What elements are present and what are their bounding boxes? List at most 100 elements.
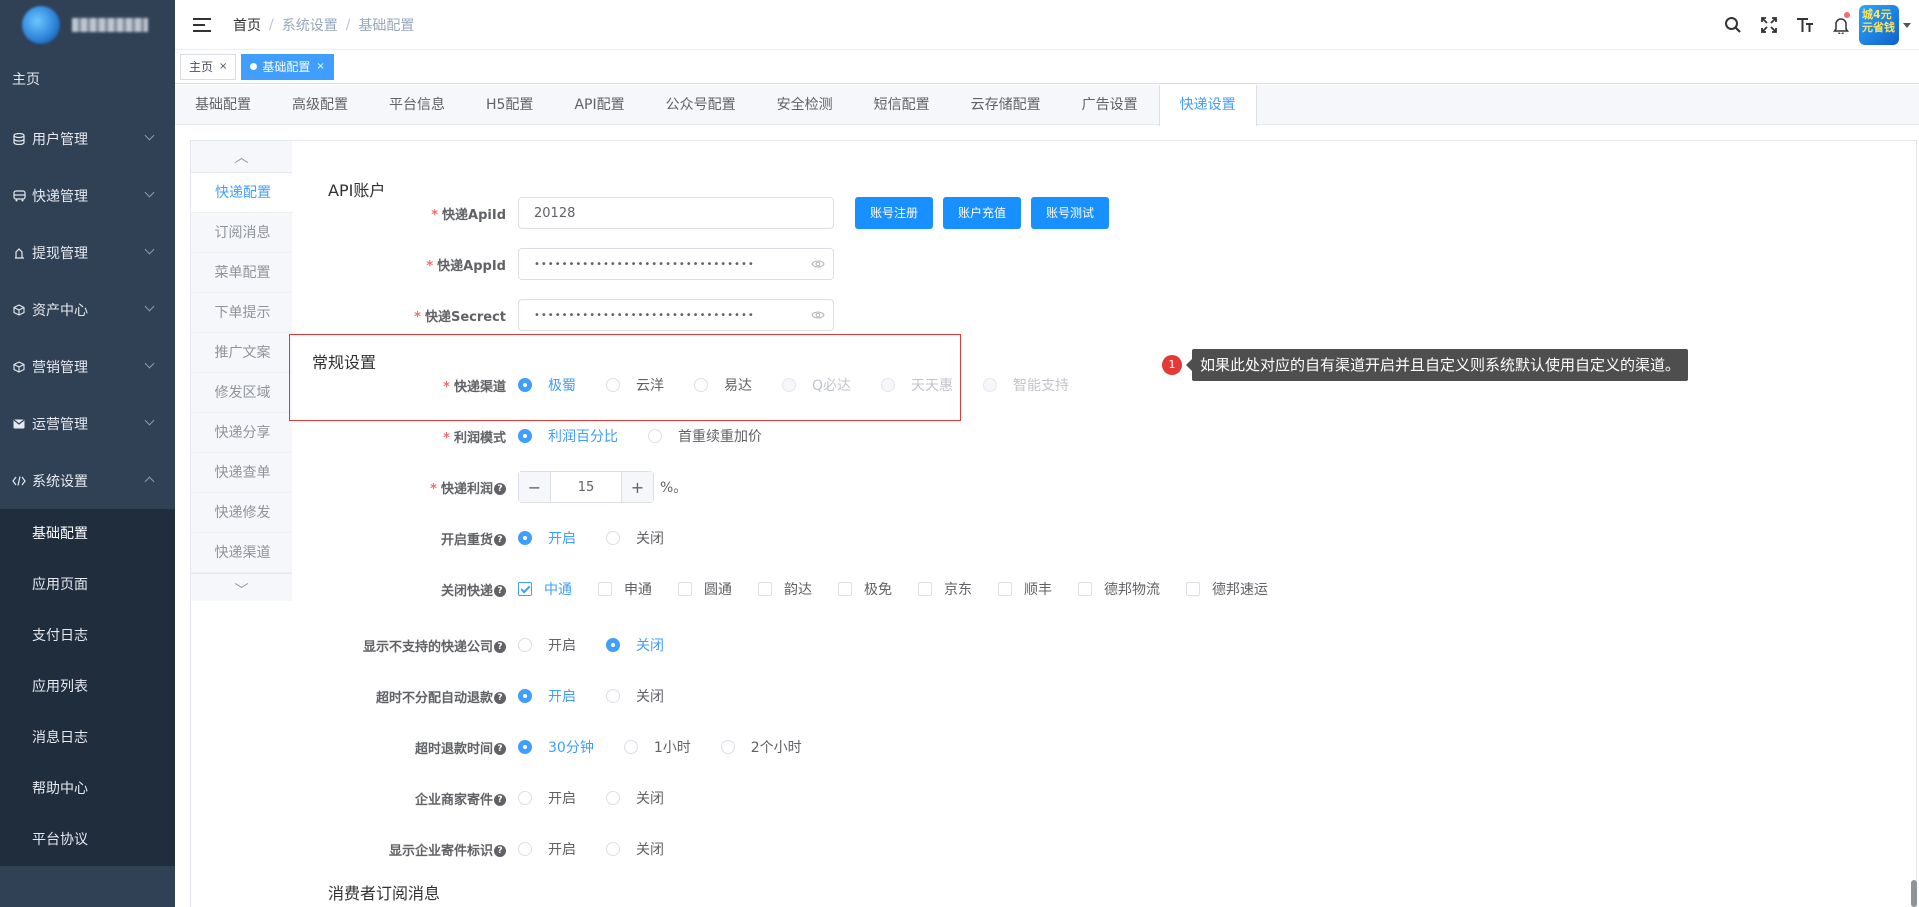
submenu-item-platform-agreement[interactable]: 平台协议 [0, 815, 175, 866]
account-test-button[interactable]: 账号测试 [1031, 197, 1110, 229]
tab-express-settings[interactable]: 快递设置 [1158, 85, 1257, 126]
checkbox-yunda[interactable]: 韵达 [758, 579, 812, 599]
tab-sms[interactable]: 短信配置 [854, 85, 951, 125]
submenu-item-help-center[interactable]: 帮助中心 [0, 764, 175, 815]
sidebar-item-operations[interactable]: 运营管理 [0, 395, 175, 452]
bell-icon[interactable] [1823, 0, 1859, 50]
tab-advanced[interactable]: 高级配置 [272, 85, 369, 125]
tab-platform-info[interactable]: 平台信息 [369, 85, 466, 125]
vtab-menu-config[interactable]: 菜单配置 [191, 253, 292, 293]
submenu-item-app-list[interactable]: 应用列表 [0, 662, 175, 713]
radio-channel-yida[interactable]: 易达 [694, 375, 752, 395]
menu-toggle-icon[interactable] [193, 17, 211, 32]
radio-heavy-on[interactable]: 开启 [518, 528, 576, 548]
scrollbar[interactable] [1911, 880, 1917, 907]
avatar[interactable]: 城4元 元省钱 [1859, 5, 1899, 45]
plus-icon[interactable]: + [621, 472, 653, 502]
vertical-tabs: ︿ 快递配置 订阅消息 菜单配置 下单提示 推广文案 修发区域 快递分享 快递查… [191, 141, 293, 601]
checkbox-shunfeng[interactable]: 顺丰 [998, 579, 1052, 599]
submenu-item-basic-config[interactable]: 基础配置 [0, 509, 175, 560]
close-icon[interactable]: × [316, 55, 324, 79]
profit-value[interactable]: 15 [551, 480, 621, 495]
submenu-item-app-pages[interactable]: 应用页面 [0, 560, 175, 611]
checkbox-jingdong[interactable]: 京东 [918, 579, 972, 599]
sidebar-item-label: 用户管理 [32, 131, 88, 148]
radio-mark-on[interactable]: 开启 [518, 839, 576, 859]
radio-channel-yunyang[interactable]: 云洋 [606, 375, 664, 395]
checkbox-zhongtong[interactable]: 中通 [518, 579, 572, 599]
radio-unsupported-off[interactable]: 关闭 [606, 635, 664, 655]
radio-refund-30min[interactable]: 30分钟 [518, 737, 594, 757]
tab-api[interactable]: API配置 [554, 85, 645, 125]
chevron-up-icon[interactable]: ︿ [191, 141, 292, 173]
close-icon[interactable]: × [219, 55, 227, 79]
fullscreen-icon[interactable] [1751, 0, 1787, 50]
sidebar-home[interactable]: 主页 [0, 50, 175, 110]
account-register-button[interactable]: 账号注册 [855, 197, 934, 229]
radio-channel-jishu[interactable]: 极蜀 [518, 375, 576, 395]
vtab-express-stop[interactable]: 快递修发 [191, 493, 292, 533]
notification-dot [1844, 12, 1850, 18]
submenu-item-payment-log[interactable]: 支付日志 [0, 611, 175, 662]
secret-input[interactable]: •••••••••••••••••••••••••••••••• [518, 299, 834, 331]
vtab-express-query[interactable]: 快递查单 [191, 453, 292, 493]
apiid-input[interactable]: 20128 [518, 197, 834, 229]
radio-merchant-off[interactable]: 关闭 [606, 788, 664, 808]
chevron-up-icon [144, 476, 155, 487]
sidebar-item-withdraw[interactable]: 提现管理 [0, 224, 175, 281]
profit-stepper[interactable]: − 15 + [518, 471, 654, 503]
checkbox-debang-logistics[interactable]: 德邦物流 [1078, 579, 1160, 599]
checkbox-jimian[interactable]: 极免 [838, 579, 892, 599]
minus-icon[interactable]: − [519, 472, 551, 502]
vtab-order-tip[interactable]: 下单提示 [191, 293, 292, 333]
chevron-down-icon[interactable]: ﹀ [191, 573, 292, 605]
radio-refund-off[interactable]: 关闭 [606, 686, 664, 706]
tag-home[interactable]: 主页 × [180, 53, 237, 80]
eye-icon[interactable] [811, 309, 825, 324]
tab-h5[interactable]: H5配置 [466, 85, 554, 125]
logo-text-blurred [72, 18, 148, 32]
sidebar-item-express[interactable]: 快递管理 [0, 167, 175, 224]
radio-unsupported-on[interactable]: 开启 [518, 635, 576, 655]
sidebar-item-system-settings[interactable]: 系统设置 [0, 452, 175, 509]
tab-cloud-storage[interactable]: 云存储配置 [951, 85, 1062, 125]
help-icon: ? [494, 483, 506, 495]
tab-official-account[interactable]: 公众号配置 [646, 85, 757, 125]
radio-profit-weight[interactable]: 首重续重加价 [648, 426, 762, 446]
vtab-stop-area[interactable]: 修发区域 [191, 373, 292, 413]
submenu-item-message-log[interactable]: 消息日志 [0, 713, 175, 764]
vtab-express-share[interactable]: 快递分享 [191, 413, 292, 453]
radio-merchant-on[interactable]: 开启 [518, 788, 576, 808]
breadcrumb-home[interactable]: 首页 [233, 15, 261, 35]
system-settings-submenu: 基础配置 应用页面 支付日志 应用列表 消息日志 帮助中心 平台协议 [0, 509, 175, 866]
eye-icon[interactable] [811, 258, 825, 273]
sidebar-item-assets[interactable]: 资产中心 [0, 281, 175, 338]
vtab-express-config[interactable]: 快递配置 [191, 173, 293, 213]
tab-basic[interactable]: 基础配置 [175, 85, 272, 125]
tab-security[interactable]: 安全检测 [757, 85, 854, 125]
vtab-subscribe-message[interactable]: 订阅消息 [191, 213, 292, 253]
radio-heavy-off[interactable]: 关闭 [606, 528, 664, 548]
account-recharge-button[interactable]: 账户充值 [943, 197, 1022, 229]
radio-refund-on[interactable]: 开启 [518, 686, 576, 706]
checkbox-debang-express[interactable]: 德邦速运 [1186, 579, 1268, 599]
sidebar-item-marketing[interactable]: 营销管理 [0, 338, 175, 395]
vtab-express-channel[interactable]: 快递渠道 [191, 533, 292, 573]
checkbox-shentong[interactable]: 申通 [598, 579, 652, 599]
radio-channel-tiantianhui: 天天惠 [881, 375, 953, 395]
font-size-icon[interactable] [1787, 0, 1823, 50]
vtab-promo-copy[interactable]: 推广文案 [191, 333, 292, 373]
radio-mark-off[interactable]: 关闭 [606, 839, 664, 859]
sidebar-item-users[interactable]: 用户管理 [0, 110, 175, 167]
caret-down-icon[interactable] [1903, 22, 1911, 28]
radio-refund-2h[interactable]: 2个小时 [720, 737, 802, 757]
radio-refund-1h[interactable]: 1小时 [623, 737, 691, 757]
sidebar-item-label: 资产中心 [32, 302, 88, 319]
appid-input[interactable]: •••••••••••••••••••••••••••••••• [518, 248, 834, 280]
search-icon[interactable] [1715, 0, 1751, 50]
tag-basic-config[interactable]: 基础配置 × [241, 53, 334, 80]
radio-profit-percent[interactable]: 利润百分比 [518, 426, 618, 446]
sidebar-item-label: 系统设置 [32, 473, 88, 490]
tab-ads[interactable]: 广告设置 [1062, 85, 1159, 125]
checkbox-yuantong[interactable]: 圆通 [678, 579, 732, 599]
